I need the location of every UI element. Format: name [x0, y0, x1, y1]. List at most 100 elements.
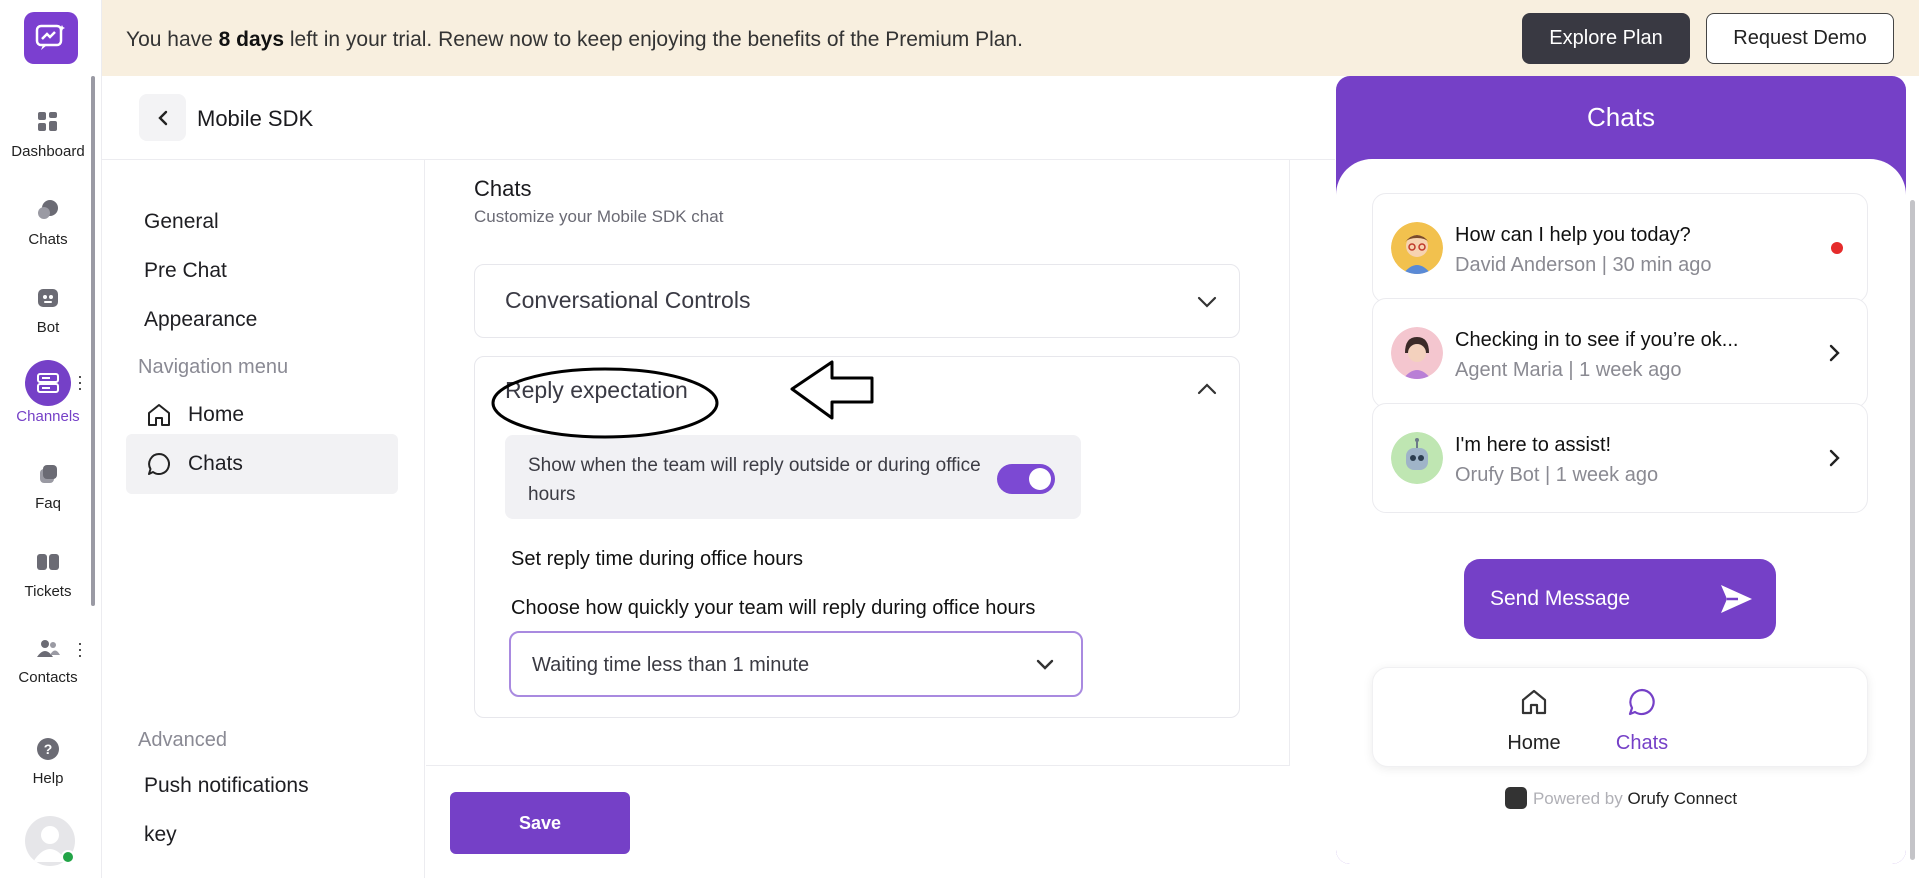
- chat-widget-preview: Chats How can I help you today? David An…: [1336, 76, 1906, 864]
- rail-item-label: Contacts: [18, 669, 78, 686]
- trial-message: You have 8 days left in your trial. Rene…: [126, 28, 1023, 51]
- powered-by: Powered by Orufy Connect: [1336, 787, 1906, 809]
- logo-icon: [35, 24, 65, 50]
- chat-list-item[interactable]: How can I help you today? David Anderson…: [1372, 193, 1868, 303]
- preview-nav-home[interactable]: Home: [1489, 686, 1579, 755]
- rail-item-label: Tickets: [24, 583, 72, 600]
- channels-more-icon[interactable]: · · ·: [77, 367, 83, 397]
- preview-nav-chats[interactable]: Chats: [1597, 686, 1687, 755]
- preview-scrollbar[interactable]: [1910, 200, 1915, 860]
- dashboard-icon: [33, 107, 63, 137]
- faq-icon: [33, 459, 63, 489]
- chat-meta: David Anderson | 30 min ago: [1455, 254, 1712, 276]
- unread-indicator: [1831, 242, 1843, 254]
- app-logo[interactable]: [24, 12, 78, 64]
- chevron-left-icon: [157, 110, 167, 125]
- chat-title: How can I help you today?: [1455, 224, 1691, 246]
- contacts-more-icon[interactable]: · · ·: [77, 634, 83, 664]
- chevron-down-icon: [1036, 659, 1054, 670]
- footer-bar: Save: [426, 765, 1290, 878]
- orufy-logo-icon: [1504, 787, 1527, 809]
- chat-list-item[interactable]: Checking in to see if you’re ok... Agent…: [1372, 298, 1868, 408]
- nav-item-label: Home: [188, 403, 245, 426]
- nav-item-pre-chat[interactable]: Pre Chat: [144, 259, 227, 283]
- navigation-menu-heading: Navigation menu: [138, 356, 289, 378]
- conversational-controls-accordion[interactable]: Conversational Controls: [474, 264, 1240, 338]
- help-icon: ?: [33, 734, 63, 764]
- preview-bottom-nav: Home Chats: [1372, 667, 1868, 767]
- chat-list-item[interactable]: I'm here to assist! Orufy Bot | 1 week a…: [1372, 403, 1868, 513]
- contacts-icon: [33, 633, 63, 663]
- home-icon: [1521, 689, 1547, 715]
- chat-bubble-icon: [1628, 688, 1655, 716]
- send-icon: [1721, 585, 1752, 613]
- chevron-up-icon[interactable]: [1195, 377, 1219, 401]
- rail-item-label: Chats: [28, 231, 68, 248]
- chats-icon: [33, 195, 63, 225]
- preview-body: How can I help you today? David Anderson…: [1336, 159, 1906, 864]
- chevron-down-icon: [1197, 296, 1217, 308]
- powered-brand[interactable]: Orufy Connect: [1627, 789, 1737, 808]
- rail-item-label: Bot: [36, 319, 60, 336]
- back-button[interactable]: [139, 94, 186, 141]
- save-button[interactable]: Save: [450, 792, 630, 854]
- section-title: Chats: [474, 176, 532, 201]
- avatar: [1391, 327, 1443, 379]
- avatar: [1391, 432, 1443, 484]
- reply-time-select[interactable]: Waiting time less than 1 minute: [509, 631, 1083, 697]
- nav-item-key[interactable]: key: [144, 823, 177, 847]
- explore-plan-button[interactable]: Explore Plan: [1522, 13, 1690, 64]
- left-rail: Dashboard Chats Bot Channels · · · Faq Tic…: [0, 0, 102, 878]
- preview-nav-label: Home: [1507, 732, 1561, 754]
- chat-title: I'm here to assist!: [1455, 434, 1612, 456]
- chevron-right-icon: [1829, 449, 1840, 467]
- page-header: Mobile SDK: [102, 76, 1335, 160]
- nav-item-chats[interactable]: Chats: [126, 434, 398, 494]
- preview-title: Chats: [1587, 102, 1655, 132]
- section-subtitle: Customize your Mobile SDK chat: [474, 207, 724, 226]
- request-demo-button[interactable]: Request Demo: [1706, 13, 1894, 64]
- rail-item-dashboard[interactable]: Dashboard: [0, 107, 96, 160]
- rail-item-label: Dashboard: [11, 143, 85, 160]
- rail-item-faq[interactable]: Faq: [0, 459, 96, 512]
- rail-item-label: Faq: [35, 495, 61, 512]
- send-message-label: Send Message: [1490, 587, 1631, 610]
- chat-bubble-icon: [146, 450, 174, 478]
- annotation-arrow-icon: [790, 360, 874, 420]
- settings-nav: General Pre Chat Appearance Navigation m…: [102, 160, 425, 878]
- toggle-description: Show when the team will reply outside or…: [528, 455, 981, 505]
- nav-item-appearance[interactable]: Appearance: [144, 308, 257, 332]
- rail-item-bot[interactable]: Bot: [0, 283, 96, 336]
- advanced-heading: Advanced: [138, 729, 227, 751]
- trial-banner: You have 8 days left in your trial. Rene…: [102, 0, 1919, 76]
- rail-item-label: Channels: [16, 408, 80, 425]
- home-icon: [146, 401, 174, 429]
- select-value: Waiting time less than 1 minute: [532, 654, 810, 676]
- channels-icon: [25, 360, 71, 406]
- rail-item-help[interactable]: ? Help: [0, 734, 96, 787]
- rail-item-tickets[interactable]: Tickets: [0, 547, 96, 600]
- annotation-ellipse: [491, 367, 719, 439]
- chat-meta: Agent Maria | 1 week ago: [1455, 359, 1682, 381]
- preview-nav-label: Chats: [1615, 732, 1669, 754]
- tickets-icon: [33, 547, 63, 577]
- nav-item-general[interactable]: General: [144, 210, 219, 234]
- accordion-title: Conversational Controls: [505, 287, 751, 313]
- rail-item-chats[interactable]: Chats: [0, 195, 96, 248]
- svg-text:?: ?: [44, 741, 53, 757]
- set-reply-time-heading: Set reply time during office hours: [511, 548, 804, 570]
- send-message-button[interactable]: Send Message: [1464, 559, 1776, 639]
- nav-item-label: Chats: [188, 452, 243, 475]
- office-hours-toggle[interactable]: [997, 464, 1055, 494]
- page-title: Mobile SDK: [197, 106, 314, 131]
- main-content: Chats Customize your Mobile SDK chat Con…: [426, 160, 1290, 765]
- online-status-dot: [61, 850, 75, 864]
- rail-item-label: Help: [32, 770, 64, 787]
- chat-title: Checking in to see if you’re ok...: [1455, 329, 1739, 351]
- reply-speed-label: Choose how quickly your team will reply …: [511, 597, 1036, 619]
- bot-icon: [33, 283, 63, 313]
- chevron-right-icon: [1829, 344, 1840, 362]
- nav-item-push-notifications[interactable]: Push notifications: [144, 774, 309, 798]
- avatar: [1391, 222, 1443, 274]
- chat-meta: Orufy Bot | 1 week ago: [1455, 464, 1659, 486]
